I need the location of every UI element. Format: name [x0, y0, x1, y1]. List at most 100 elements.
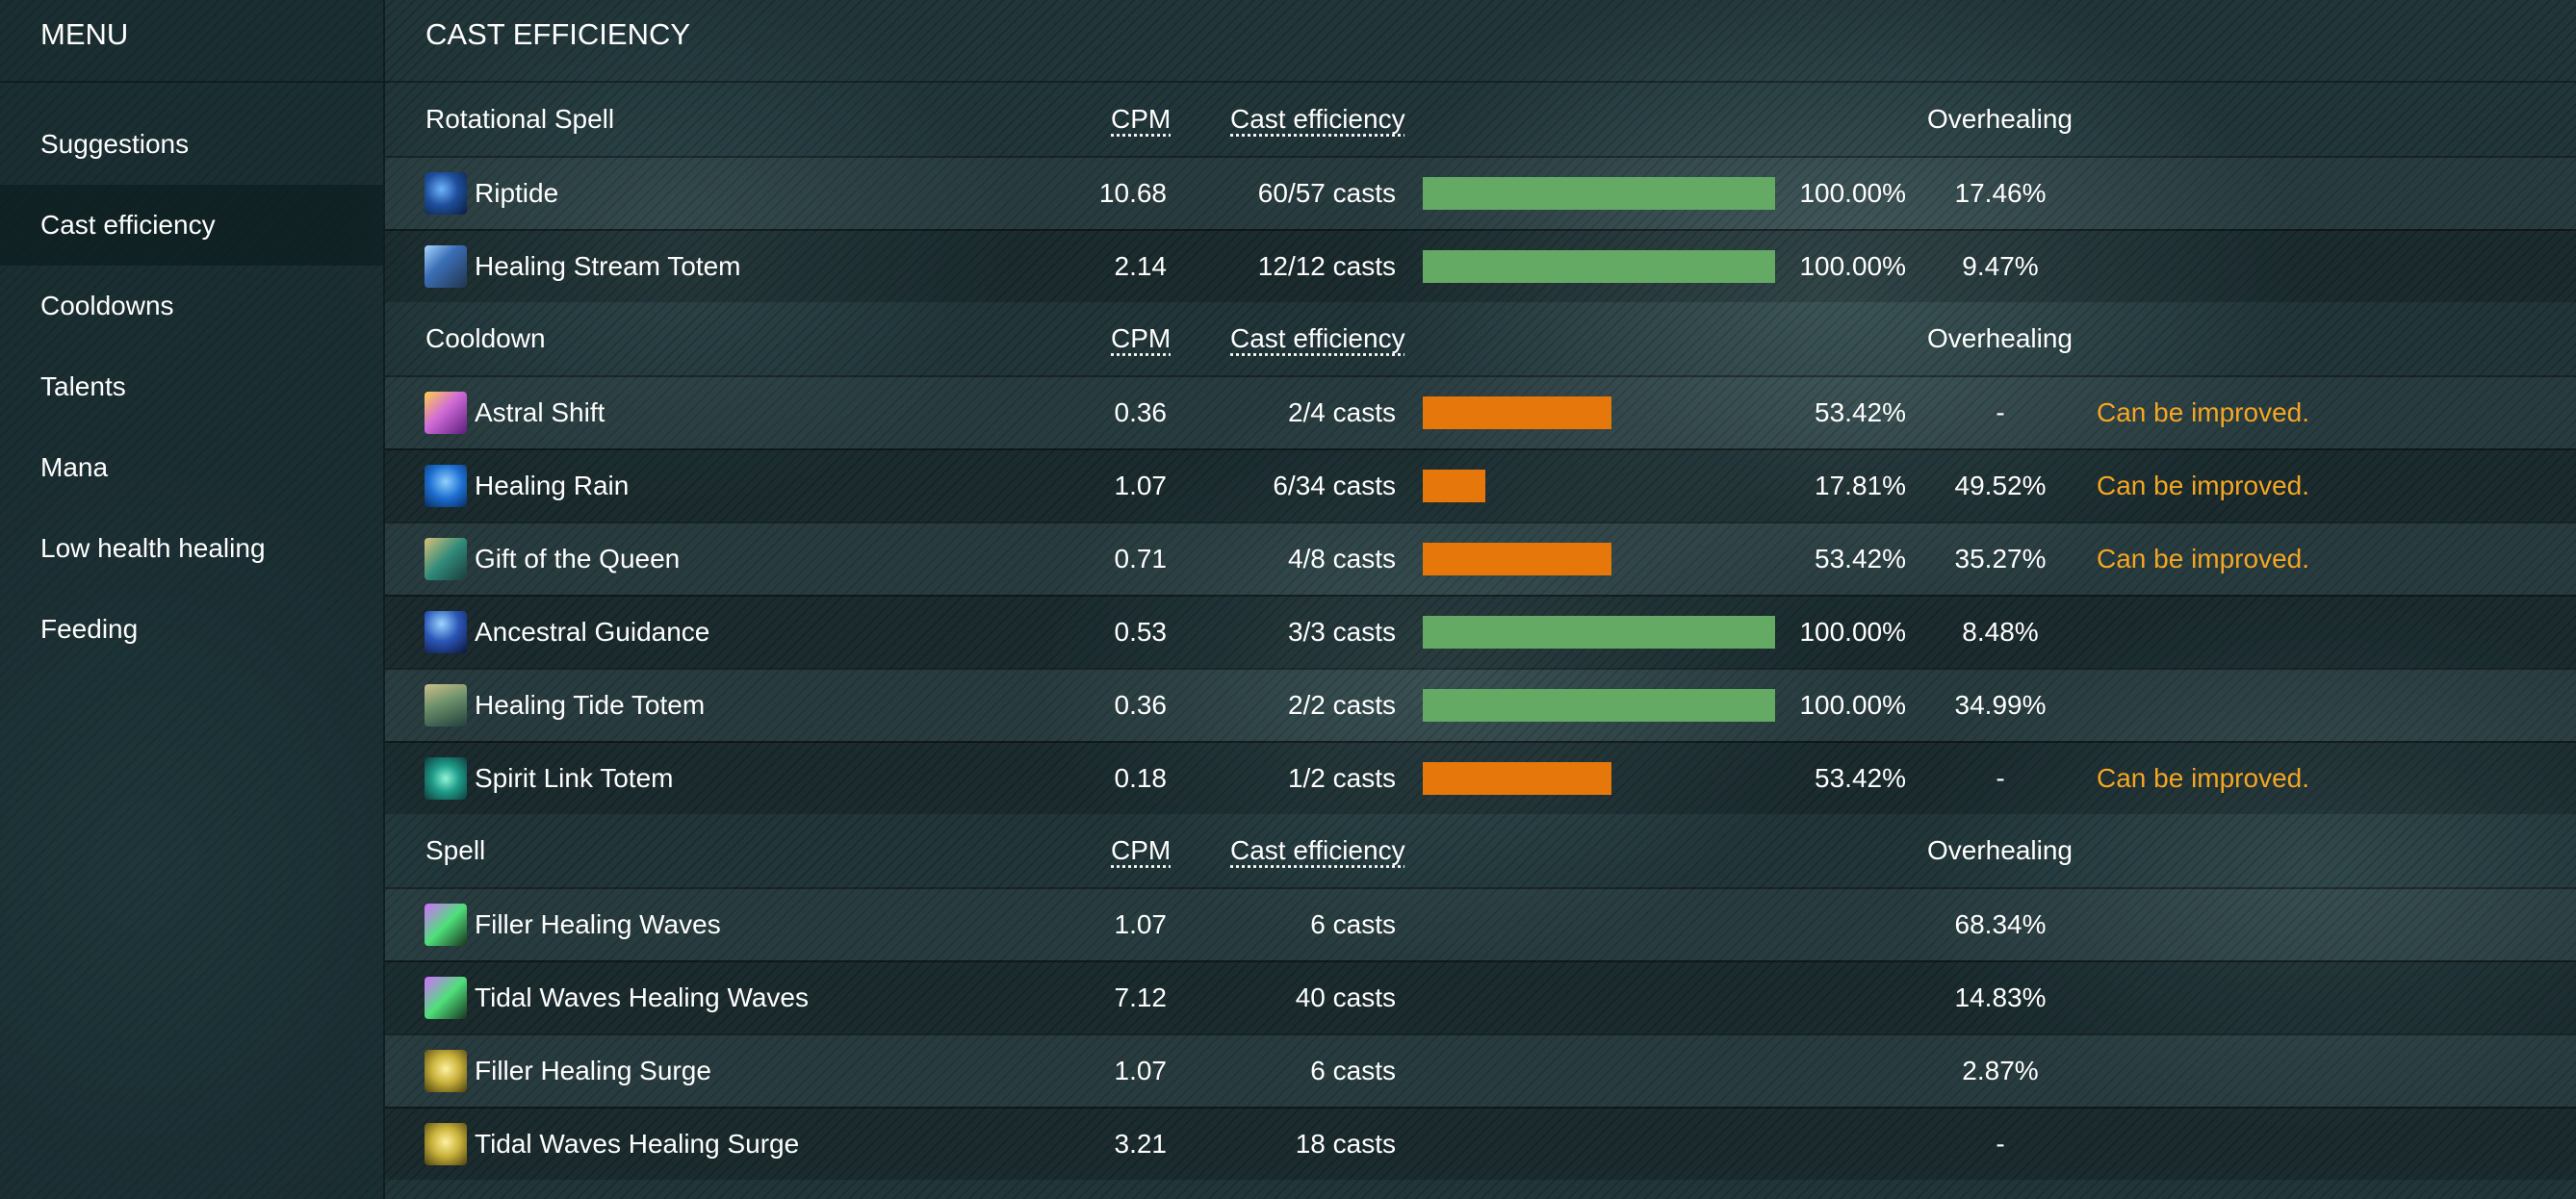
overhealing-value: - — [1996, 1129, 2005, 1159]
spell-cpm: 0.36 — [1114, 690, 1168, 720]
efficiency-bar — [1423, 470, 1486, 502]
spell-name[interactable]: Spirit Link Totem — [475, 743, 673, 814]
section-header: Spell CPM Cast efficiency Overhealing — [385, 814, 2576, 887]
efficiency-percent: 100.00% — [1799, 178, 1906, 208]
menu-item-talents[interactable]: Talents — [0, 346, 383, 427]
section-title: Spell — [425, 835, 486, 865]
cpm-column-header[interactable]: CPM — [1111, 83, 1171, 156]
efficiency-bar — [1423, 250, 1775, 283]
spell-name[interactable]: Astral Shift — [475, 377, 605, 448]
spell-cpm: 0.36 — [1114, 397, 1168, 427]
healing-stream-totem-icon[interactable] — [425, 245, 467, 288]
spell-row: Ancestral Guidance 0.53 3/3 casts 100.00% 8.… — [385, 595, 2576, 668]
overhealing-value: - — [1996, 397, 2005, 427]
spell-icon-cell — [425, 1109, 467, 1180]
efficiency-bar — [1423, 616, 1775, 649]
healing-surge-icon[interactable] — [425, 1123, 467, 1165]
section-title: Cooldown — [425, 323, 546, 353]
spell-name[interactable]: Healing Tide Totem — [475, 670, 705, 741]
menu-item-feeding[interactable]: Feeding — [0, 589, 383, 670]
spell-row: Filler Healing Waves 1.07 6 casts 68.34% — [385, 887, 2576, 960]
spell-casts: 6/34 casts — [1273, 471, 1396, 500]
spell-icon-cell — [425, 231, 467, 302]
spell-icon-cell — [425, 889, 467, 960]
menu-item-cast-efficiency[interactable]: Cast efficiency — [0, 185, 383, 266]
spell-icon-cell — [425, 1035, 467, 1107]
efficiency-bar — [1423, 396, 1611, 429]
spell-row: Gift of the Queen 0.71 4/8 casts 53.42% 35.2… — [385, 522, 2576, 595]
menu-item-cooldowns[interactable]: Cooldowns — [0, 266, 383, 346]
spell-icon-cell — [425, 597, 467, 668]
spell-name[interactable]: Riptide — [475, 158, 558, 229]
efficiency-bar-track — [1423, 158, 1775, 229]
spell-cpm: 1.07 — [1114, 909, 1168, 939]
spell-icon-cell — [425, 450, 467, 522]
overhealing-value: 2.87% — [1962, 1056, 2039, 1085]
spell-casts: 1/2 casts — [1287, 763, 1396, 793]
efficiency-bar-track — [1423, 670, 1775, 741]
spell-casts: 18 casts — [1295, 1129, 1396, 1159]
efficiency-percent: 53.42% — [1815, 544, 1906, 574]
cast-efficiency-column-header[interactable]: Cast efficiency — [1230, 83, 1405, 156]
spell-cpm: 0.18 — [1114, 763, 1168, 793]
spell-name[interactable]: Ancestral Guidance — [475, 597, 709, 668]
efficiency-bar-track — [1423, 377, 1775, 448]
overhealing-value: - — [1996, 763, 2005, 793]
spell-row: Astral Shift 0.36 2/4 casts 53.42% - Can be i… — [385, 375, 2576, 448]
efficiency-bar — [1423, 177, 1775, 210]
spell-name[interactable]: Gift of the Queen — [475, 523, 680, 595]
spell-cpm: 1.07 — [1114, 1056, 1168, 1085]
spell-icon-cell — [425, 962, 467, 1033]
overhealing-column-header: Overhealing — [1927, 104, 2073, 134]
spell-name[interactable]: Tidal Waves Healing Surge — [475, 1109, 799, 1180]
spell-name[interactable]: Filler Healing Waves — [475, 889, 721, 960]
healing-tide-totem-icon[interactable] — [425, 684, 467, 727]
overhealing-column-header: Overhealing — [1927, 835, 2073, 865]
spell-row: Healing Tide Totem 0.36 2/2 casts 100.00% 34… — [385, 668, 2576, 741]
spell-name[interactable]: Healing Rain — [475, 450, 629, 522]
menu-item-low-health-healing[interactable]: Low health healing — [0, 508, 383, 589]
menu-item-mana[interactable]: Mana — [0, 427, 383, 508]
spell-casts: 4/8 casts — [1287, 544, 1396, 574]
efficiency-percent: 100.00% — [1799, 690, 1906, 720]
cpm-column-header[interactable]: CPM — [1111, 302, 1171, 375]
spell-casts: 12/12 casts — [1257, 251, 1396, 281]
healing-wave-icon[interactable] — [425, 977, 467, 1019]
spell-name[interactable]: Healing Stream Totem — [475, 231, 741, 302]
cast-efficiency-column-header[interactable]: Cast efficiency — [1230, 814, 1405, 887]
menu-item-suggestions[interactable]: Suggestions — [0, 104, 383, 185]
sidebar: MENU Suggestions Cast efficiency Cooldow… — [0, 0, 385, 1199]
riptide-icon[interactable] — [425, 172, 467, 215]
spell-row: Healing Stream Totem 2.14 12/12 casts 100.0… — [385, 229, 2576, 302]
spell-casts: 2/4 casts — [1287, 397, 1396, 427]
overhealing-value: 35.27% — [1954, 544, 2047, 574]
ancestral-guidance-icon[interactable] — [425, 611, 467, 653]
overhealing-value: 68.34% — [1954, 909, 2047, 939]
gift-of-the-queen-icon[interactable] — [425, 538, 467, 580]
overhealing-value: 17.46% — [1954, 178, 2047, 208]
efficiency-bar-track — [1423, 597, 1775, 668]
spell-row: Healing Rain 1.07 6/34 casts 17.81% 49.52% Ca… — [385, 448, 2576, 522]
spell-casts: 40 casts — [1295, 982, 1396, 1012]
cpm-column-header[interactable]: CPM — [1111, 814, 1171, 887]
cast-efficiency-column-header[interactable]: Cast efficiency — [1230, 302, 1405, 375]
main-panel: CAST EFFICIENCY Rotational Spell CPM Cast … — [385, 0, 2576, 1199]
spell-casts: 2/2 casts — [1287, 690, 1396, 720]
spell-icon-cell — [425, 743, 467, 814]
healing-rain-icon[interactable] — [425, 465, 467, 507]
spell-name[interactable]: Filler Healing Surge — [475, 1035, 711, 1107]
efficiency-percent: 100.00% — [1799, 251, 1906, 281]
astral-shift-icon[interactable] — [425, 392, 467, 434]
healing-surge-icon[interactable] — [425, 1050, 467, 1092]
spell-row: Tidal Waves Healing Surge 3.21 18 casts - — [385, 1107, 2576, 1180]
spirit-link-totem-icon[interactable] — [425, 757, 467, 800]
spell-cpm: 2.14 — [1114, 251, 1168, 281]
efficiency-bar-track — [1423, 450, 1775, 522]
page-title: CAST EFFICIENCY — [385, 0, 2576, 83]
spell-casts: 6 casts — [1310, 909, 1396, 939]
healing-wave-icon[interactable] — [425, 904, 467, 946]
spell-cpm: 1.07 — [1114, 471, 1168, 500]
spell-cpm: 0.53 — [1114, 617, 1168, 647]
spell-name[interactable]: Tidal Waves Healing Waves — [475, 962, 809, 1033]
spell-cpm: 3.21 — [1114, 1129, 1168, 1159]
